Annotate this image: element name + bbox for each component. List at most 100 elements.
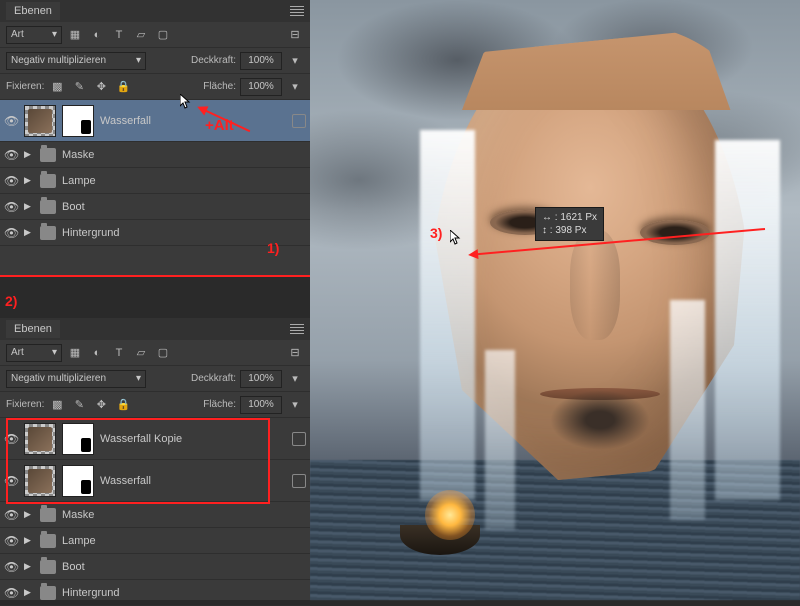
layer-row-group[interactable]: 👁 ▶ Boot <box>0 194 310 220</box>
layer-row-group[interactable]: 👁 ▶ Lampe <box>0 528 310 554</box>
layer-name[interactable]: Maske <box>62 149 306 161</box>
layer-name[interactable]: Lampe <box>62 535 306 547</box>
smart-object-icon <box>292 474 306 488</box>
layer-name[interactable]: Maske <box>62 509 306 521</box>
panel-menu-icon[interactable] <box>290 6 304 16</box>
filter-toggle-icon[interactable]: ⊟ <box>286 344 304 362</box>
filter-shape-icon[interactable]: ▱ <box>132 344 150 362</box>
fill-label: Fläche: <box>203 81 236 92</box>
layer-row-group[interactable]: 👁 ▶ Lampe <box>0 168 310 194</box>
lock-position-icon[interactable]: ✥ <box>92 78 110 96</box>
mask-thumbnail[interactable] <box>62 465 94 497</box>
disclosure-triangle[interactable]: ▶ <box>24 509 34 520</box>
layer-row-group[interactable]: 👁 ▶ Boot <box>0 554 310 580</box>
visibility-toggle[interactable]: 👁 <box>4 432 18 446</box>
visibility-toggle[interactable]: 👁 <box>4 200 18 214</box>
visibility-toggle[interactable]: 👁 <box>4 474 18 488</box>
filter-smart-icon[interactable]: ▢ <box>154 26 172 44</box>
filter-pixel-icon[interactable]: ▦ <box>66 344 84 362</box>
folder-icon <box>40 508 56 522</box>
opacity-value: 100% <box>248 55 274 66</box>
disclosure-triangle[interactable]: ▶ <box>24 561 34 572</box>
folder-icon <box>40 174 56 188</box>
blend-mode-select[interactable]: Negativ multiplizieren▾ <box>6 52 146 70</box>
lock-transparent-icon[interactable]: ▩ <box>48 396 66 414</box>
filter-adjust-icon[interactable]: ◐ <box>88 344 106 362</box>
layer-name[interactable]: Wasserfall <box>100 475 286 487</box>
fill-input[interactable]: 100% <box>240 396 282 414</box>
layer-name[interactable]: Boot <box>62 201 306 213</box>
layer-row-wasserfall-kopie[interactable]: 👁 Wasserfall Kopie <box>0 418 310 460</box>
visibility-toggle[interactable]: 👁 <box>4 148 18 162</box>
fill-input[interactable]: 100% <box>240 78 282 96</box>
waterfall-stream <box>420 130 475 500</box>
disclosure-triangle[interactable]: ▶ <box>24 149 34 160</box>
filter-type-icon[interactable]: T <box>110 344 128 362</box>
layer-name[interactable]: Wasserfall <box>100 115 286 127</box>
lock-position-icon[interactable]: ✥ <box>92 396 110 414</box>
waterfall-stream <box>670 300 705 520</box>
layer-row-wasserfall[interactable]: 👁 Wasserfall <box>0 100 310 142</box>
layer-name[interactable]: Boot <box>62 561 306 573</box>
mask-thumbnail[interactable] <box>62 105 94 137</box>
disclosure-triangle[interactable]: ▶ <box>24 175 34 186</box>
layer-row-group[interactable]: 👁 ▶ Maske <box>0 142 310 168</box>
waterfall-stream <box>485 350 515 530</box>
annotation-divider <box>0 275 310 277</box>
chevron-down-icon[interactable]: ▾ <box>286 78 304 96</box>
lock-transparent-icon[interactable]: ▩ <box>48 78 66 96</box>
filter-smart-icon[interactable]: ▢ <box>154 344 172 362</box>
disclosure-triangle[interactable]: ▶ <box>24 201 34 212</box>
panel-menu-icon[interactable] <box>290 324 304 334</box>
visibility-toggle[interactable]: 👁 <box>4 114 18 128</box>
filter-row: Art▾ ▦ ◐ T ▱ ▢ ⊟ <box>0 340 310 366</box>
layer-thumbnail[interactable] <box>24 423 56 455</box>
lock-paint-icon[interactable]: ✎ <box>70 78 88 96</box>
disclosure-triangle[interactable]: ▶ <box>24 587 34 598</box>
chevron-down-icon[interactable]: ▾ <box>286 396 304 414</box>
visibility-toggle[interactable]: 👁 <box>4 586 18 600</box>
layer-thumbnail[interactable] <box>24 465 56 497</box>
layer-row-group[interactable]: 👁 ▶ Hintergrund <box>0 580 310 606</box>
waterfall-stream <box>715 140 780 500</box>
visibility-toggle[interactable]: 👁 <box>4 508 18 522</box>
layer-thumbnail[interactable] <box>24 105 56 137</box>
blend-mode-select[interactable]: Negativ multiplizieren▾ <box>6 370 146 388</box>
visibility-toggle[interactable]: 👁 <box>4 534 18 548</box>
nose <box>570 230 620 340</box>
visibility-toggle[interactable]: 👁 <box>4 560 18 574</box>
layer-row-group[interactable]: 👁 ▶ Maske <box>0 502 310 528</box>
tooltip-width: ↔ : 1621 Px <box>542 211 597 224</box>
panel-tab-layers[interactable]: Ebenen <box>6 320 60 338</box>
filter-type-icon[interactable]: T <box>110 26 128 44</box>
disclosure-triangle[interactable]: ▶ <box>24 535 34 546</box>
filter-toggle-icon[interactable]: ⊟ <box>286 26 304 44</box>
disclosure-triangle[interactable]: ▶ <box>24 227 34 238</box>
visibility-toggle[interactable]: 👁 <box>4 226 18 240</box>
panel-tab-layers[interactable]: Ebenen <box>6 2 60 20</box>
opacity-input[interactable]: 100% <box>240 370 282 388</box>
chevron-down-icon[interactable]: ▾ <box>286 370 304 388</box>
layer-kind-filter[interactable]: Art▾ <box>6 26 62 44</box>
filter-adjust-icon[interactable]: ◐ <box>88 26 106 44</box>
lock-paint-icon[interactable]: ✎ <box>70 396 88 414</box>
canvas-viewport[interactable]: ↔ : 1621 Px ↕ : 398 Px 3) <box>310 0 800 600</box>
visibility-toggle[interactable]: 👁 <box>4 174 18 188</box>
layers-panel-before: Ebenen Art▾ ▦ ◐ T ▱ ▢ ⊟ Negativ multipli… <box>0 0 310 275</box>
chevron-down-icon[interactable]: ▾ <box>286 52 304 70</box>
layer-name[interactable]: Hintergrund <box>62 227 306 239</box>
layer-row-wasserfall[interactable]: 👁 Wasserfall <box>0 460 310 502</box>
filter-shape-icon[interactable]: ▱ <box>132 26 150 44</box>
mask-thumbnail[interactable] <box>62 423 94 455</box>
layer-name[interactable]: Wasserfall Kopie <box>100 433 286 445</box>
opacity-input[interactable]: 100% <box>240 52 282 70</box>
layer-kind-filter[interactable]: Art▾ <box>6 344 62 362</box>
lock-all-icon[interactable]: 🔒 <box>114 78 132 96</box>
layer-row-group[interactable]: 👁 ▶ Hintergrund <box>0 220 310 246</box>
lock-all-icon[interactable]: 🔒 <box>114 396 132 414</box>
filter-pixel-icon[interactable]: ▦ <box>66 26 84 44</box>
layer-name[interactable]: Lampe <box>62 175 306 187</box>
layers-list-2: 👁 Wasserfall Kopie 👁 Wasserfall 👁 ▶ Mask… <box>0 418 310 606</box>
layer-name[interactable]: Hintergrund <box>62 587 306 599</box>
opacity-value: 100% <box>248 373 274 384</box>
